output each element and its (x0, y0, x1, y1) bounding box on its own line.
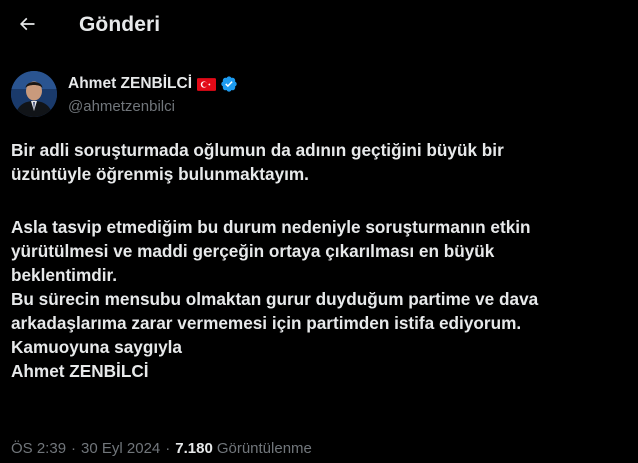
meta-separator: · (71, 440, 77, 457)
tweet-line: üzüntüyle öğrenmiş bulunmaktayım. (11, 164, 309, 184)
tweet-line: beklentimdir. (11, 265, 118, 285)
name-row: Ahmet ZENBİLCİ (68, 74, 238, 94)
page-title: Gönderi (79, 13, 161, 36)
tweet-line: Ahmet ZENBİLCİ (11, 361, 149, 381)
tweet-meta: ÖS 2:39 · 30 Eyl 2024 · 7.180 Görüntülen… (11, 440, 312, 457)
tweet-author: Ahmet ZENBİLCİ @ahmetzenbilci (11, 71, 611, 119)
tweet-time[interactable]: ÖS 2:39 (11, 440, 66, 457)
tweet-line: Asla tasvip etmediğim bu durum nedeniyle… (11, 217, 531, 237)
top-bar: Gönderi (0, 0, 638, 53)
views-label: Görüntülenme (216, 440, 312, 457)
turkey-flag-icon (197, 77, 216, 91)
back-button[interactable] (10, 9, 44, 43)
tweet-line: Kamuoyuna saygıyla (11, 337, 182, 357)
tweet-text: Bir adli soruşturmada oğlumun da adının … (11, 138, 631, 383)
meta-separator: · (165, 440, 171, 457)
tweet-line: arkadaşlarıma zarar vermemesi için parti… (11, 313, 522, 333)
verified-badge-icon[interactable] (220, 75, 238, 93)
arrow-left-icon (17, 14, 37, 39)
user-handle[interactable]: @ahmetzenbilci (68, 98, 175, 115)
tweet-line: yürütülmesi ve maddi gerçeğin ortaya çık… (11, 241, 495, 261)
views-count: 7.180 (175, 440, 213, 457)
avatar[interactable] (11, 71, 57, 117)
tweet-line: Bu sürecin mensubu olmaktan gurur duyduğ… (11, 289, 539, 309)
tweet-date[interactable]: 30 Eyl 2024 (81, 440, 160, 457)
display-name[interactable]: Ahmet ZENBİLCİ (68, 75, 192, 93)
tweet-line: Bir adli soruşturmada oğlumun da adının … (11, 140, 504, 160)
